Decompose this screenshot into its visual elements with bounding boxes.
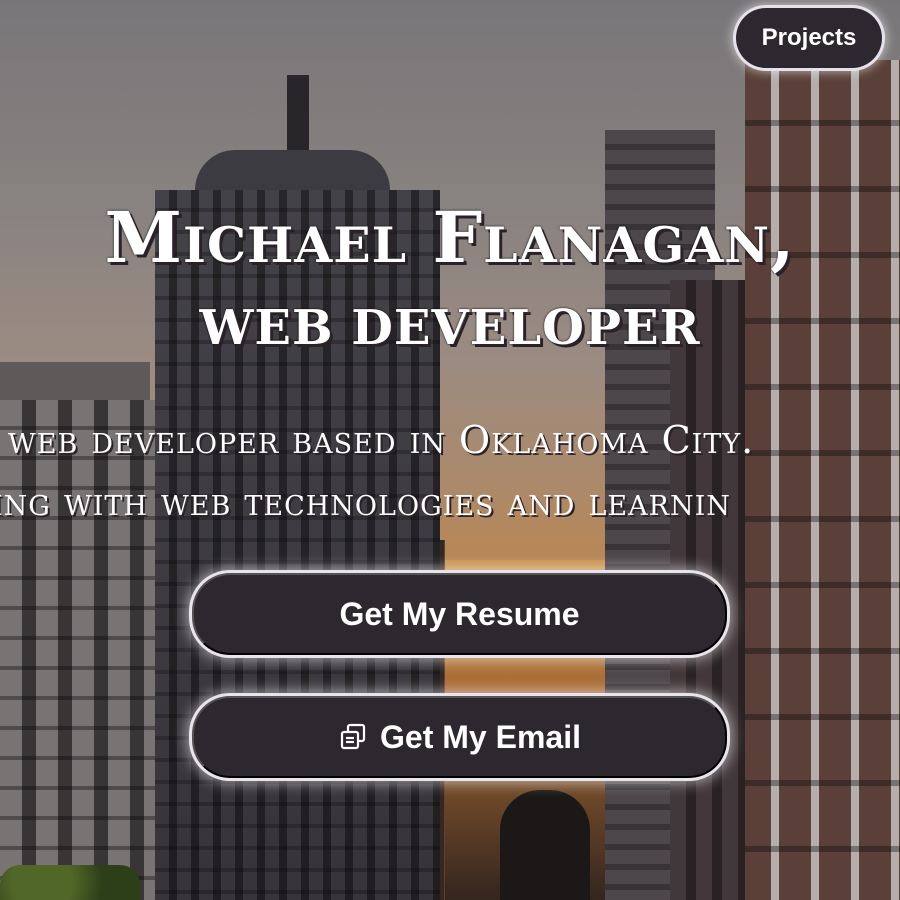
copy-icon [338, 722, 368, 752]
get-resume-label: Get My Resume [339, 595, 580, 632]
hero-tagline-line-2: ing with web technologies and learnin [0, 480, 731, 524]
hero-name: Michael Flanagan, [104, 196, 796, 279]
projects-button[interactable]: Projects [736, 8, 882, 68]
hero-tagline-line-1: web developer based in Oklahoma City. [8, 418, 755, 462]
hero-role: web developer [199, 300, 701, 356]
get-resume-button[interactable]: Get My Resume [192, 573, 727, 655]
get-email-button[interactable]: Get My Email [192, 696, 727, 778]
get-email-label: Get My Email [380, 718, 581, 755]
